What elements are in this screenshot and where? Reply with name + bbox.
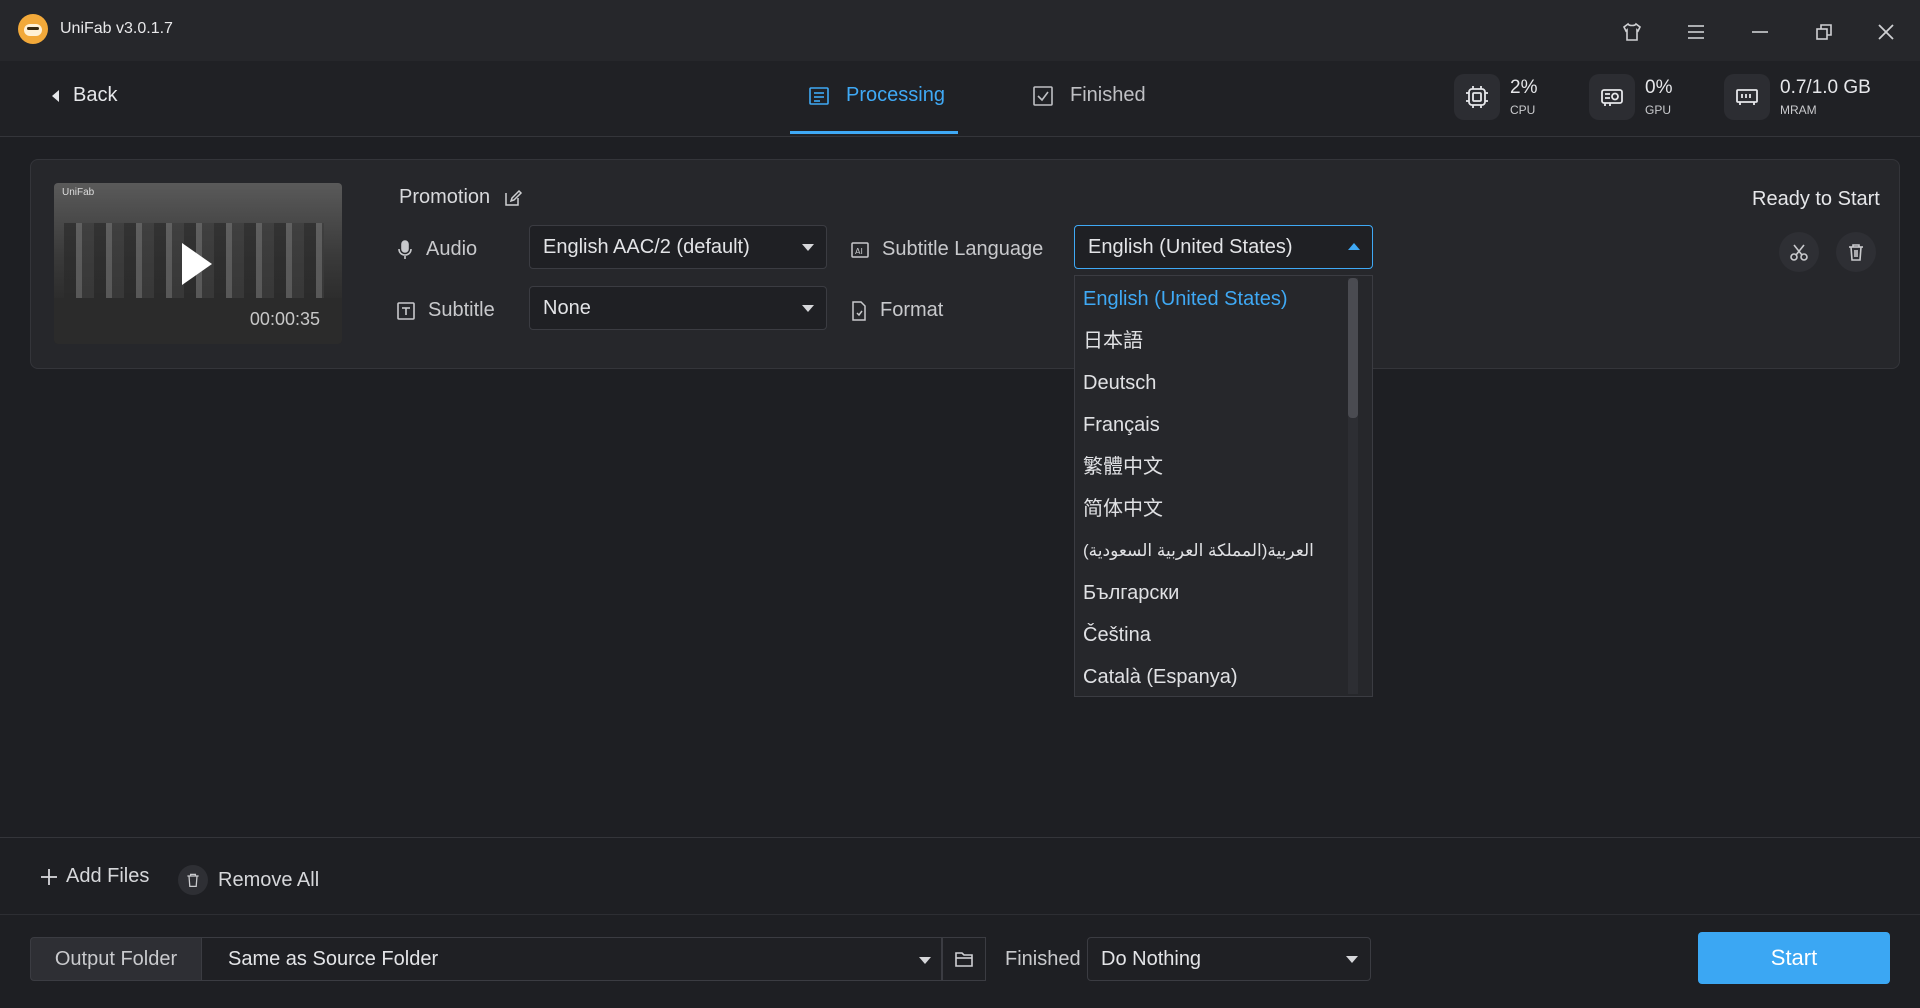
plus-icon [41, 868, 57, 885]
memory-label: MRAM [1780, 103, 1817, 117]
chevron-up-icon [1348, 243, 1360, 250]
audio-select[interactable]: English AAC/2 (default) [529, 225, 827, 269]
window-title: UniFab v3.0.1.7 [60, 20, 173, 37]
close-icon[interactable] [1872, 18, 1900, 46]
format-label-text: Format [880, 299, 944, 321]
task-name: Promotion [399, 186, 491, 208]
subtitle-label-text: Subtitle [428, 299, 495, 321]
language-option[interactable]: Deutsch [1083, 362, 1156, 404]
minimize-icon[interactable] [1746, 18, 1774, 46]
add-files-button[interactable]: Add Files [40, 865, 149, 888]
edit-icon[interactable] [502, 187, 524, 209]
back-arrow-icon [52, 89, 59, 102]
subtitle-language-select-value: English (United States) [1088, 235, 1293, 258]
format-field-label: Format [850, 299, 943, 322]
audio-field-label: Audio [396, 238, 477, 261]
folder-icon [955, 952, 973, 967]
audio-label-text: Audio [426, 238, 478, 260]
subtitle-language-label-text: Subtitle Language [882, 238, 1044, 260]
ai-language-icon: AI [851, 241, 869, 258]
menu-icon[interactable] [1682, 18, 1710, 46]
chevron-down-icon [919, 957, 931, 964]
back-button[interactable]: Back [52, 84, 117, 107]
task-title: Promotion [399, 186, 524, 209]
play-icon[interactable] [182, 243, 212, 285]
active-tab-indicator [790, 131, 958, 134]
language-option[interactable]: 简体中文 [1083, 488, 1163, 530]
language-option[interactable]: 日本語 [1083, 320, 1143, 362]
app-logo-icon [18, 14, 48, 44]
video-duration: 00:00:35 [249, 309, 320, 329]
trash-icon [178, 865, 208, 895]
cpu-stat: 2% CPU [1454, 74, 1537, 120]
memory-value: 0.7/1.0 GB [1780, 77, 1871, 98]
audio-select-value: English AAC/2 (default) [543, 235, 750, 258]
language-option[interactable]: Български [1083, 572, 1179, 614]
trash-icon [1849, 244, 1863, 261]
finished-action-value: Do Nothing [1101, 947, 1202, 970]
finished-check-icon [1033, 85, 1053, 106]
subtitle-select[interactable]: None [529, 286, 827, 330]
language-option[interactable]: English (United States) [1083, 278, 1288, 320]
subtitle-language-dropdown: English (United States) 日本語 Deutsch Fran… [1074, 275, 1373, 697]
processing-icon [809, 86, 829, 105]
output-folder-value: Same as Source Folder [228, 947, 439, 970]
video-thumbnail[interactable]: UniFab 00:00:35 [54, 183, 342, 344]
subtitle-icon [397, 301, 415, 320]
divider [0, 914, 1920, 915]
add-files-label: Add Files [66, 865, 150, 887]
language-option[interactable]: Čeština [1083, 614, 1151, 656]
finished-action-select[interactable]: Do Nothing [1087, 937, 1371, 981]
subtitle-language-select[interactable]: English (United States) [1074, 225, 1373, 269]
remove-all-button[interactable]: Remove All [178, 865, 319, 895]
skin-icon[interactable] [1618, 18, 1646, 46]
divider [0, 837, 1920, 838]
subtitle-select-value: None [543, 296, 591, 319]
memory-icon [1724, 74, 1770, 120]
format-file-icon [852, 300, 866, 321]
dropdown-scrollbar-thumb[interactable] [1348, 278, 1358, 418]
start-button[interactable]: Start [1698, 932, 1890, 984]
output-folder-label: Output Folder [30, 937, 202, 981]
chevron-down-icon [802, 244, 814, 251]
memory-stat: 0.7/1.0 GB MRAM [1724, 74, 1871, 120]
trim-button[interactable] [1779, 232, 1819, 272]
thumbnail-brand: UniFab [62, 187, 95, 198]
remove-all-label: Remove All [218, 868, 320, 891]
task-status: Ready to Start [1752, 188, 1880, 210]
tab-finished-label: Finished [1070, 84, 1146, 106]
gpu-value: 0% [1645, 77, 1673, 98]
tab-processing[interactable]: Processing [808, 84, 945, 107]
microphone-icon [398, 239, 412, 259]
scissors-icon [1790, 244, 1808, 261]
chevron-down-icon [802, 305, 814, 312]
tab-processing-label: Processing [846, 84, 945, 106]
subtitle-language-field-label: AI Subtitle Language [850, 238, 1043, 261]
language-option[interactable]: 繁體中文 [1083, 446, 1163, 488]
cpu-label: CPU [1510, 103, 1536, 117]
language-option[interactable]: العربية(المملكة العربية السعودية) [1083, 530, 1314, 572]
output-folder-select[interactable]: Same as Source Folder [202, 937, 942, 981]
gpu-stat: 0% GPU [1589, 74, 1672, 120]
svg-text:AI: AI [855, 247, 863, 256]
browse-folder-button[interactable] [942, 937, 986, 981]
subtitle-field-label: Subtitle [396, 299, 495, 322]
language-option[interactable]: Català (Espanya) [1083, 656, 1238, 698]
finished-action-label: Finished [1005, 948, 1081, 970]
gpu-label: GPU [1645, 103, 1672, 117]
tab-finished[interactable]: Finished [1032, 84, 1146, 107]
cpu-value: 2% [1510, 77, 1538, 98]
cpu-icon [1454, 74, 1500, 120]
back-label: Back [73, 84, 118, 106]
delete-task-button[interactable] [1836, 232, 1876, 272]
language-option[interactable]: Français [1083, 404, 1160, 446]
chevron-down-icon [1346, 956, 1358, 963]
gpu-icon [1589, 74, 1635, 120]
restore-icon[interactable] [1810, 18, 1838, 46]
